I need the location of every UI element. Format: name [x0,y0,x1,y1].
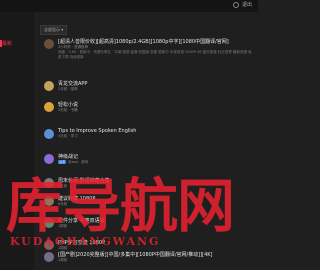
list-item[interactable]: 青龙交流APP 2天前 · 推荐 [44,80,254,92]
top-right-controls: 退出 [232,1,252,8]
item-meta-text: 4天前 · 学习 [58,134,78,138]
item-body: [超清人音限价收][超高清]1080p/2.4GB][1080p中字][1080… [58,38,254,65]
top-bar: 退出 [0,0,258,12]
item-meta-text: 6天前 [58,202,68,206]
avatar[interactable] [44,154,54,164]
item-body: 轻松小说 3天前 · 书籍 [58,101,254,113]
avatar[interactable] [44,252,54,262]
list-item[interactable]: 软件分享 中英双语版 1周前 [44,217,254,229]
item-title[interactable]: 神级战记 [58,153,254,160]
sidebar-item-label: 最新 [2,41,13,47]
item-meta: 5天前 [58,184,254,189]
user-label[interactable]: 退出 [242,1,252,8]
item-meta-text: 3小时前 · 资源推荐 [58,45,89,49]
list-item[interactable]: [超清人音限价收][超高清]1080p/2.4GB][1080p中字][1080… [44,38,254,65]
item-body: Tips to Improve Spoken English 4天前 · 学习 [58,128,254,139]
item-body: 青龙交流APP 2天前 · 推荐 [58,80,254,92]
item-body: [国产剧]2020完整版][中国/多集中][1080P中国翻译/官网/推动]][… [58,251,254,263]
item-meta: 3天前 · 书籍 [58,108,254,113]
list-item[interactable]: 建议收藏 1080P 6天前 [44,195,254,207]
item-body: 神级战记 资源 @asd · 游戏 [58,153,254,165]
avatar[interactable] [44,240,54,250]
item-title[interactable]: [超清人音限价收][超高清]1080p/2.4GB][1080p中字][1080… [58,38,254,45]
item-description: 收藏 · 3.8K · 更新中 · 资源分享区 · 字幕·国语·高清·完整版·多… [58,50,252,59]
item-body: 建议收藏 1080P 6天前 [58,195,254,207]
avatar[interactable] [44,129,54,139]
item-meta: 4天前 · 学习 [58,134,254,139]
item-title[interactable]: 周末休闲 影视推荐合集 [58,177,254,184]
avatar[interactable] [44,218,54,228]
sidebar: 最新 [0,12,34,270]
notification-icon[interactable] [232,1,239,8]
item-title[interactable]: 建议收藏 1080P [58,195,254,202]
item-body: 软件分享 中英双语版 1周前 [58,217,254,229]
tag-badge: 资源 [58,160,67,164]
item-title[interactable]: 轻松小说 [58,101,254,108]
item-meta: 6天前 [58,202,254,207]
item-title[interactable]: 软件分享 中英双语版 [58,217,254,224]
item-meta: 1周前 [58,258,254,263]
list-item[interactable]: 轻松小说 3天前 · 书籍 [44,101,254,113]
sidebar-item-latest[interactable]: 最新 [0,39,30,48]
item-meta: 2天前 · 推荐 [58,87,254,92]
list-item[interactable]: PHP学习交流 1080P 1周前 [44,239,254,251]
avatar[interactable] [44,178,54,188]
item-meta-text: 1周前 [58,258,68,262]
list-item[interactable]: Tips to Improve Spoken English 4天前 · 学习 [44,128,254,139]
list-item[interactable]: 神级战记 资源 @asd · 游戏 [44,153,254,165]
avatar[interactable] [44,196,54,206]
item-title[interactable]: PHP学习交流 1080P [58,239,254,246]
item-body: 周末休闲 影视推荐合集 5天前 [58,177,254,189]
list-item[interactable]: 周末休闲 影视推荐合集 5天前 [44,177,254,189]
item-meta-text: 3天前 · 书籍 [58,108,78,112]
list-item[interactable]: [国产剧]2020完整版][中国/多集中][1080P中国翻译/官网/推动]][… [44,251,254,263]
avatar[interactable] [44,81,54,91]
item-title[interactable]: 青龙交流APP [58,80,254,87]
item-meta-text: @asd · 游戏 [68,160,89,164]
item-meta: 1周前 [58,224,254,229]
filter-dropdown[interactable]: 全部显示 ▾ [40,25,68,35]
item-meta-text: 1周前 [58,246,68,250]
avatar[interactable] [44,102,54,112]
discussion-list: [超清人音限价收][超高清]1080p/2.4GB][1080p中字][1080… [44,38,254,263]
item-meta-text: 5天前 [58,184,68,188]
item-body: PHP学习交流 1080P 1周前 [58,239,254,251]
item-meta: 资源 @asd · 游戏 [58,160,254,165]
item-title[interactable]: [国产剧]2020完整版][中国/多集中][1080P中国翻译/官网/推动]][… [58,251,254,258]
item-meta-text: 2天前 · 推荐 [58,87,78,91]
avatar[interactable] [44,39,54,49]
item-meta-text: 1周前 [58,224,68,228]
